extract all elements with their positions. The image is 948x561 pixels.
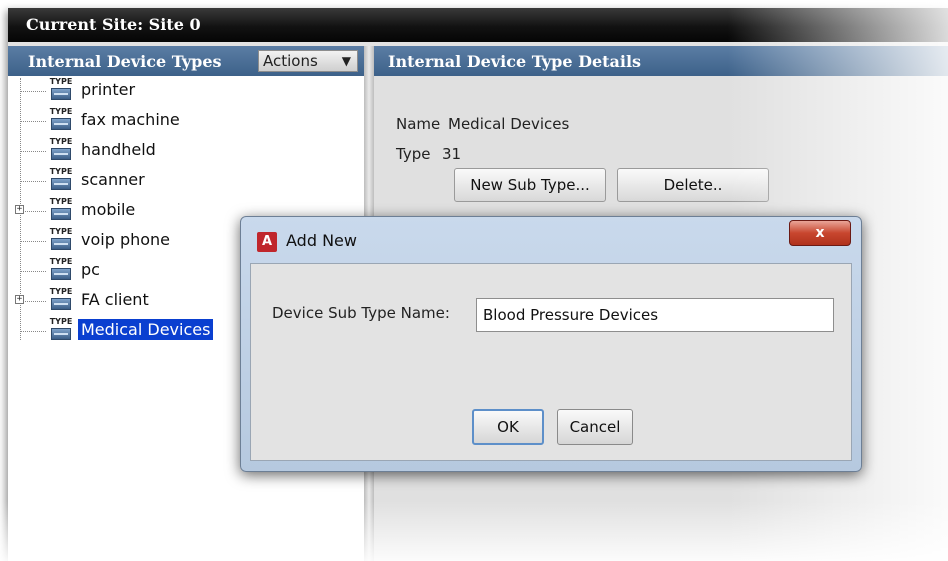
tree-item-label: handheld	[81, 140, 156, 159]
details-title: Internal Device Type Details	[388, 52, 642, 71]
delete-label: Delete..	[663, 176, 723, 194]
type-icon-body	[51, 268, 71, 280]
actions-dropdown[interactable]: Actions ▼	[258, 50, 358, 72]
tree-connector	[20, 91, 46, 92]
cancel-label: Cancel	[569, 418, 621, 436]
type-icon-text: TYPE	[49, 227, 73, 236]
app-logo-icon: A	[257, 232, 277, 252]
tree-item-label: printer	[81, 80, 136, 99]
device-type-icon: TYPE	[49, 317, 73, 343]
dialog-titlebar[interactable]: A Add New x	[241, 217, 861, 261]
type-icon-text: TYPE	[49, 167, 73, 176]
tree-connector	[20, 331, 46, 332]
tree-connector	[20, 271, 46, 272]
type-icon-text: TYPE	[49, 317, 73, 326]
expand-icon[interactable]: +	[15, 205, 24, 214]
close-icon: x	[815, 225, 825, 241]
device-type-icon: TYPE	[49, 287, 73, 313]
type-icon-body	[51, 178, 71, 190]
tree-item[interactable]: TYPE scanner	[8, 166, 364, 196]
tree-connector	[20, 181, 46, 182]
type-icon-body	[51, 118, 71, 130]
type-label: Type	[396, 145, 431, 163]
device-type-icon: TYPE	[49, 77, 73, 103]
tree-item[interactable]: TYPE handheld	[8, 136, 364, 166]
tree-connector	[20, 151, 46, 152]
device-type-icon: TYPE	[49, 257, 73, 283]
device-types-header: Internal Device Types Actions ▼	[8, 46, 364, 76]
type-icon-body	[51, 328, 71, 340]
type-icon-text: TYPE	[49, 257, 73, 266]
dialog-body: Device Sub Type Name: OK Cancel	[250, 263, 852, 461]
tree-item-label: mobile	[81, 200, 136, 219]
cancel-button[interactable]: Cancel	[557, 409, 633, 445]
tree-item-label: scanner	[81, 170, 145, 189]
device-type-icon: TYPE	[49, 227, 73, 253]
tree-connector	[20, 241, 46, 242]
ok-label: OK	[497, 418, 519, 436]
ok-button[interactable]: OK	[472, 409, 544, 445]
name-label: Name	[396, 115, 441, 133]
details-header: Internal Device Type Details	[374, 46, 948, 76]
sub-type-name-label: Device Sub Type Name:	[272, 304, 450, 322]
chevron-down-icon: ▼	[341, 54, 351, 68]
name-value: Medical Devices	[448, 115, 570, 133]
type-icon-body	[51, 298, 71, 310]
type-icon-text: TYPE	[49, 77, 73, 86]
add-new-dialog: A Add New x Device Sub Type Name: OK Can…	[240, 216, 862, 472]
tree-item[interactable]: TYPE fax machine	[8, 106, 364, 136]
type-icon-body	[51, 208, 71, 220]
dialog-title: Add New	[286, 231, 357, 250]
sub-type-name-input[interactable]	[476, 298, 834, 332]
tree-item-label: voip phone	[81, 230, 171, 249]
device-type-icon: TYPE	[49, 167, 73, 193]
close-button[interactable]: x	[789, 220, 851, 246]
device-type-icon: TYPE	[49, 197, 73, 223]
tree-item-label: pc	[81, 260, 100, 279]
expand-icon[interactable]: +	[15, 295, 24, 304]
tree-item[interactable]: TYPE printer	[8, 76, 364, 106]
type-icon-text: TYPE	[49, 287, 73, 296]
device-type-icon: TYPE	[49, 107, 73, 133]
type-icon-text: TYPE	[49, 197, 73, 206]
type-icon-body	[51, 88, 71, 100]
device-type-icon: TYPE	[49, 137, 73, 163]
type-icon-text: TYPE	[49, 137, 73, 146]
actions-label: Actions	[263, 52, 318, 70]
type-icon-text: TYPE	[49, 107, 73, 116]
type-value: 31	[442, 145, 462, 163]
delete-button[interactable]: Delete..	[617, 168, 769, 202]
tree-connector	[20, 121, 46, 122]
site-bar: Current Site: Site 0	[8, 8, 948, 42]
tree-item-label: fax machine	[81, 110, 180, 129]
new-sub-type-label: New Sub Type...	[470, 176, 590, 194]
new-sub-type-button[interactable]: New Sub Type...	[454, 168, 606, 202]
type-icon-body	[51, 148, 71, 160]
type-icon-body	[51, 238, 71, 250]
tree-item-label: FA client	[81, 290, 149, 309]
device-types-title: Internal Device Types	[28, 52, 222, 71]
tree-item-label: Medical Devices	[78, 319, 214, 340]
current-site-title: Current Site: Site 0	[26, 15, 201, 34]
